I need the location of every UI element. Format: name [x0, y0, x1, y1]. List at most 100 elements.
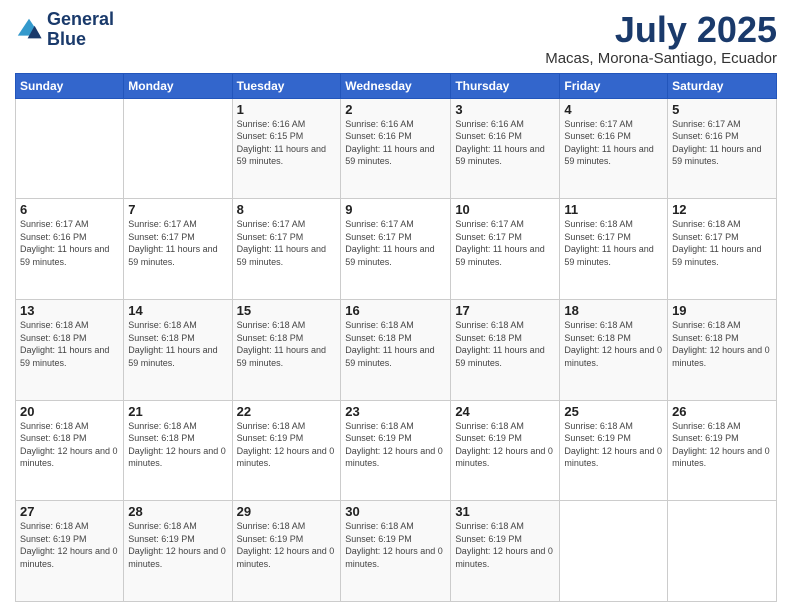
day-info: Sunrise: 6:18 AM Sunset: 6:18 PM Dayligh… — [672, 319, 772, 369]
day-number: 9 — [345, 202, 446, 217]
day-number: 4 — [564, 102, 663, 117]
calendar-cell: 24Sunrise: 6:18 AM Sunset: 6:19 PM Dayli… — [451, 400, 560, 501]
calendar-cell: 7Sunrise: 6:17 AM Sunset: 6:17 PM Daylig… — [124, 199, 232, 300]
calendar-week-row: 6Sunrise: 6:17 AM Sunset: 6:16 PM Daylig… — [16, 199, 777, 300]
day-info: Sunrise: 6:18 AM Sunset: 6:19 PM Dayligh… — [455, 520, 555, 570]
day-info: Sunrise: 6:18 AM Sunset: 6:19 PM Dayligh… — [455, 420, 555, 470]
calendar-cell — [124, 98, 232, 199]
day-number: 5 — [672, 102, 772, 117]
day-number: 11 — [564, 202, 663, 217]
calendar-cell: 31Sunrise: 6:18 AM Sunset: 6:19 PM Dayli… — [451, 501, 560, 602]
calendar-cell: 2Sunrise: 6:16 AM Sunset: 6:16 PM Daylig… — [341, 98, 451, 199]
day-number: 16 — [345, 303, 446, 318]
calendar-cell: 18Sunrise: 6:18 AM Sunset: 6:18 PM Dayli… — [560, 299, 668, 400]
calendar-cell — [16, 98, 124, 199]
calendar-cell: 23Sunrise: 6:18 AM Sunset: 6:19 PM Dayli… — [341, 400, 451, 501]
day-info: Sunrise: 6:17 AM Sunset: 6:17 PM Dayligh… — [128, 218, 227, 268]
day-number: 1 — [237, 102, 337, 117]
calendar-cell: 12Sunrise: 6:18 AM Sunset: 6:17 PM Dayli… — [668, 199, 777, 300]
day-number: 23 — [345, 404, 446, 419]
day-info: Sunrise: 6:18 AM Sunset: 6:18 PM Dayligh… — [128, 319, 227, 369]
weekday-header: Wednesday — [341, 73, 451, 98]
calendar-cell: 8Sunrise: 6:17 AM Sunset: 6:17 PM Daylig… — [232, 199, 341, 300]
day-info: Sunrise: 6:18 AM Sunset: 6:17 PM Dayligh… — [564, 218, 663, 268]
day-info: Sunrise: 6:17 AM Sunset: 6:16 PM Dayligh… — [564, 118, 663, 168]
header: General Blue July 2025 Macas, Morona-San… — [15, 10, 777, 67]
day-number: 22 — [237, 404, 337, 419]
day-number: 8 — [237, 202, 337, 217]
day-info: Sunrise: 6:17 AM Sunset: 6:16 PM Dayligh… — [672, 118, 772, 168]
calendar-week-row: 27 Sunrise: 6:18 AM Sunset: 6:19 PM Dayli… — [16, 501, 777, 602]
day-number: 24 — [455, 404, 555, 419]
day-info: Sunrise: 6:18 AM Sunset: 6:19 PM Dayligh… — [237, 520, 337, 570]
calendar-cell: 1Sunrise: 6:16 AM Sunset: 6:15 PM Daylig… — [232, 98, 341, 199]
day-info: Sunrise: 6:17 AM Sunset: 6:17 PM Dayligh… — [237, 218, 337, 268]
day-number: 25 — [564, 404, 663, 419]
weekday-header: Saturday — [668, 73, 777, 98]
calendar-cell: 20Sunrise: 6:18 AM Sunset: 6:18 PM Dayli… — [16, 400, 124, 501]
day-number: 28 — [128, 504, 227, 519]
calendar-cell: 16Sunrise: 6:18 AM Sunset: 6:18 PM Dayli… — [341, 299, 451, 400]
calendar-cell: 25Sunrise: 6:18 AM Sunset: 6:19 PM Dayli… — [560, 400, 668, 501]
calendar-cell: 9Sunrise: 6:17 AM Sunset: 6:17 PM Daylig… — [341, 199, 451, 300]
day-info: Sunrise: 6:18 AM Sunset: 6:19 PM Dayligh… — [128, 520, 227, 570]
page: General Blue July 2025 Macas, Morona-San… — [0, 0, 792, 612]
weekday-header: Monday — [124, 73, 232, 98]
day-number: 13 — [20, 303, 119, 318]
calendar-cell — [668, 501, 777, 602]
day-number: 31 — [455, 504, 555, 519]
day-number: 3 — [455, 102, 555, 117]
day-number: 15 — [237, 303, 337, 318]
day-number: 26 — [672, 404, 772, 419]
day-number: 30 — [345, 504, 446, 519]
calendar-week-row: 20Sunrise: 6:18 AM Sunset: 6:18 PM Dayli… — [16, 400, 777, 501]
weekday-header: Sunday — [16, 73, 124, 98]
calendar-cell: 10Sunrise: 6:17 AM Sunset: 6:17 PM Dayli… — [451, 199, 560, 300]
calendar-cell: 26Sunrise: 6:18 AM Sunset: 6:19 PM Dayli… — [668, 400, 777, 501]
logo: General Blue — [15, 10, 114, 50]
day-number: 18 — [564, 303, 663, 318]
day-number: 17 — [455, 303, 555, 318]
day-info: Sunrise: 6:18 AM Sunset: 6:19 PM Dayligh… — [345, 520, 446, 570]
day-number: 20 — [20, 404, 119, 419]
day-info: Sunrise: 6:18 AM Sunset: 6:19 PM Dayligh… — [564, 420, 663, 470]
calendar-cell: 11Sunrise: 6:18 AM Sunset: 6:17 PM Dayli… — [560, 199, 668, 300]
day-number: 10 — [455, 202, 555, 217]
day-info: Sunrise: 6:18 AM Sunset: 6:18 PM Dayligh… — [20, 319, 119, 369]
subtitle: Macas, Morona-Santiago, Ecuador — [545, 50, 777, 67]
logo-icon — [15, 16, 43, 44]
calendar-cell: 19Sunrise: 6:18 AM Sunset: 6:18 PM Dayli… — [668, 299, 777, 400]
calendar: SundayMondayTuesdayWednesdayThursdayFrid… — [15, 73, 777, 602]
day-info: Sunrise: 6:18 AM Sunset: 6:19 PM Dayligh… — [672, 420, 772, 470]
day-info: Sunrise: 6:18 AM Sunset: 6:18 PM Dayligh… — [455, 319, 555, 369]
day-number: 2 — [345, 102, 446, 117]
day-info: Sunrise: 6:18 AM Sunset: 6:17 PM Dayligh… — [672, 218, 772, 268]
weekday-header: Thursday — [451, 73, 560, 98]
day-number: 6 — [20, 202, 119, 217]
calendar-cell: 13Sunrise: 6:18 AM Sunset: 6:18 PM Dayli… — [16, 299, 124, 400]
calendar-week-row: 13Sunrise: 6:18 AM Sunset: 6:18 PM Dayli… — [16, 299, 777, 400]
calendar-cell: 28Sunrise: 6:18 AM Sunset: 6:19 PM Dayli… — [124, 501, 232, 602]
day-number: 29 — [237, 504, 337, 519]
weekday-header: Tuesday — [232, 73, 341, 98]
day-info: Sunrise: 6:18 AM Sunset: 6:18 PM Dayligh… — [20, 420, 119, 470]
day-info: Sunrise: 6:18 AM Sunset: 6:19 PM Dayligh… — [237, 420, 337, 470]
calendar-cell: 21Sunrise: 6:18 AM Sunset: 6:18 PM Dayli… — [124, 400, 232, 501]
calendar-cell: 5Sunrise: 6:17 AM Sunset: 6:16 PM Daylig… — [668, 98, 777, 199]
day-info: Sunrise: 6:17 AM Sunset: 6:17 PM Dayligh… — [455, 218, 555, 268]
day-info: Sunrise: 6:17 AM Sunset: 6:17 PM Dayligh… — [345, 218, 446, 268]
calendar-cell: 27Sunrise: 6:18 AM Sunset: 6:19 PM Dayli… — [16, 501, 124, 602]
calendar-cell: 30Sunrise: 6:18 AM Sunset: 6:19 PM Dayli… — [341, 501, 451, 602]
day-number: 27 — [20, 504, 119, 519]
calendar-cell — [560, 501, 668, 602]
day-number: 7 — [128, 202, 227, 217]
day-info: Sunrise: 6:16 AM Sunset: 6:16 PM Dayligh… — [345, 118, 446, 168]
calendar-cell: 29Sunrise: 6:18 AM Sunset: 6:19 PM Dayli… — [232, 501, 341, 602]
day-number: 12 — [672, 202, 772, 217]
calendar-cell: 14Sunrise: 6:18 AM Sunset: 6:18 PM Dayli… — [124, 299, 232, 400]
calendar-cell: 6Sunrise: 6:17 AM Sunset: 6:16 PM Daylig… — [16, 199, 124, 300]
day-info: Sunrise: 6:18 AM Sunset: 6:18 PM Dayligh… — [237, 319, 337, 369]
day-number: 21 — [128, 404, 227, 419]
day-info: Sunrise: 6:18 AM Sunset: 6:19 PM Dayligh… — [345, 420, 446, 470]
calendar-cell: 15Sunrise: 6:18 AM Sunset: 6:18 PM Dayli… — [232, 299, 341, 400]
